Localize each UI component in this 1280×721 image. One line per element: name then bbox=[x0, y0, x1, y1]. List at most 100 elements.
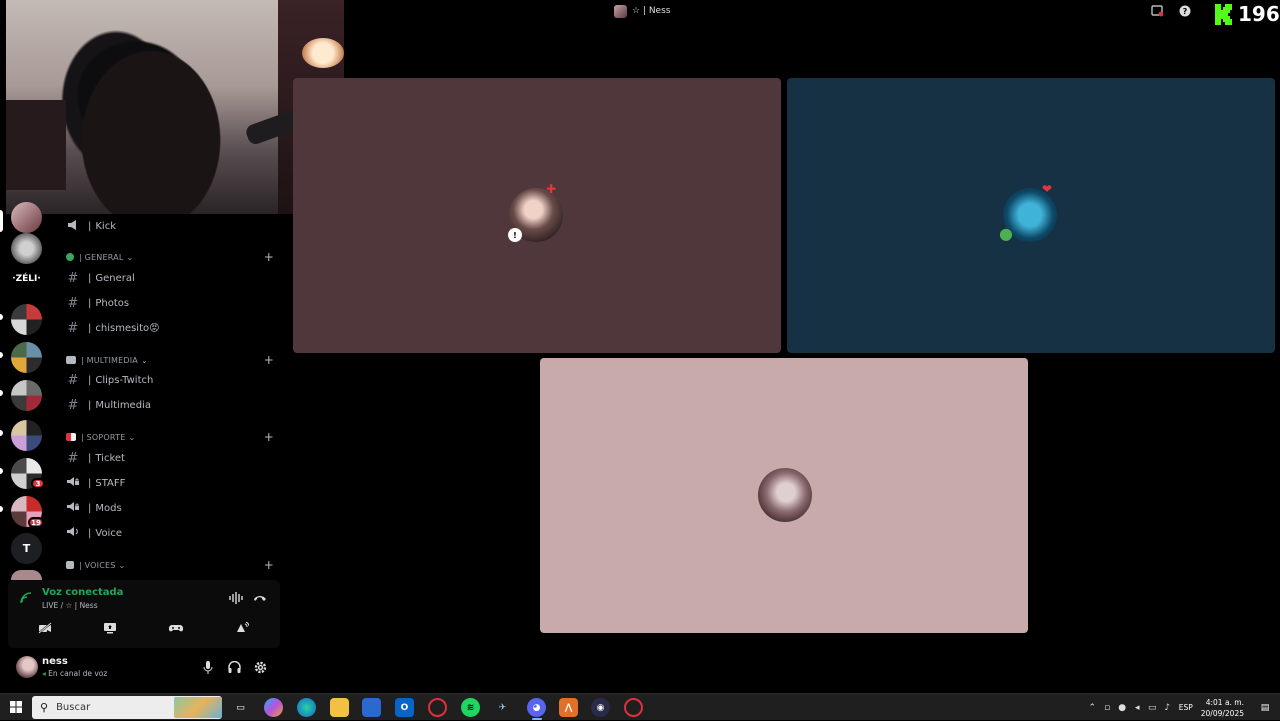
app-icon[interactable]: ◉ bbox=[591, 698, 610, 717]
mention-badge: 3 bbox=[31, 478, 45, 489]
input-language[interactable]: ESP bbox=[1179, 703, 1193, 712]
category-voices[interactable]: | VOICES ⌄ + bbox=[66, 558, 276, 572]
server-text-icon[interactable]: ·ZÉLI· bbox=[11, 274, 42, 294]
channel-kick[interactable]: | Kick bbox=[64, 215, 274, 237]
windows-taskbar: ⚲ Buscar ▭ O ≋ ✈ ◕ ⋀ ◉ ⌃ ▫ ● ◂ ▭ ♪ ESP 4… bbox=[0, 693, 1280, 720]
disconnect-icon[interactable] bbox=[250, 588, 270, 608]
soundboard-icon[interactable] bbox=[232, 618, 252, 638]
channel-ticket[interactable]: # | Ticket bbox=[64, 447, 274, 469]
add-channel-icon[interactable]: + bbox=[264, 430, 274, 444]
volume-icon[interactable]: ◂ bbox=[1130, 703, 1145, 713]
unread-pip bbox=[0, 468, 3, 474]
server-folder-icon[interactable] bbox=[11, 380, 42, 411]
webcam-poster bbox=[6, 100, 66, 190]
file-explorer-icon[interactable] bbox=[330, 698, 349, 717]
channel-label: Clips-Twitch bbox=[95, 374, 154, 386]
add-channel-icon[interactable]: + bbox=[264, 558, 274, 572]
settings-gear-icon[interactable] bbox=[251, 658, 269, 676]
category-label: | GENERAL bbox=[79, 252, 124, 262]
obs-icon[interactable] bbox=[624, 698, 643, 717]
inbox-icon[interactable] bbox=[1150, 4, 1164, 18]
camera-off-icon[interactable] bbox=[35, 618, 55, 638]
server-folder-icon[interactable] bbox=[11, 420, 42, 451]
speaker-icon[interactable]: ♪ bbox=[1160, 703, 1175, 713]
server-icon[interactable] bbox=[11, 202, 42, 233]
notifications-icon[interactable]: ▤ bbox=[1258, 703, 1272, 713]
participant-avatar bbox=[758, 468, 812, 522]
microphone-icon[interactable]: ● bbox=[1115, 703, 1130, 713]
channel-clips-twitch[interactable]: # | Clips-Twitch bbox=[64, 369, 274, 391]
activities-icon[interactable] bbox=[166, 618, 186, 638]
search-icon: ⚲ bbox=[40, 701, 49, 714]
kick-viewer-counter: 196 bbox=[1215, 2, 1280, 26]
opera-icon[interactable] bbox=[428, 698, 447, 717]
channel-multimedia[interactable]: # | Multimedia bbox=[64, 394, 274, 416]
participant-tile[interactable]: ❤ ● bbox=[787, 78, 1275, 353]
user-status-text: En canal de voz bbox=[48, 669, 108, 678]
server-icon-partial[interactable] bbox=[11, 570, 42, 580]
tray-app-icon[interactable]: ▫ bbox=[1100, 703, 1115, 713]
channel-voice[interactable]: | Voice bbox=[64, 522, 274, 544]
category-soporte[interactable]: | SOPORTE ⌄ + bbox=[66, 430, 276, 444]
category-general[interactable]: | GENERAL ⌄ + bbox=[66, 250, 276, 264]
help-icon[interactable]: ? bbox=[1178, 4, 1192, 18]
voice-channel-name[interactable]: LIVE / ☆ | Ness bbox=[42, 601, 98, 610]
copilot-icon[interactable] bbox=[264, 698, 283, 717]
headphones-icon[interactable] bbox=[225, 658, 243, 676]
username[interactable]: ness bbox=[42, 656, 68, 667]
screen-share-icon[interactable] bbox=[100, 618, 120, 638]
chevron-down-icon: ⌄ bbox=[118, 560, 126, 570]
windows-start-icon[interactable] bbox=[10, 701, 22, 713]
hashtag-icon: # bbox=[67, 320, 79, 336]
channel-label: Kick bbox=[95, 220, 116, 232]
add-channel-icon[interactable]: + bbox=[264, 353, 274, 367]
speaker-icon bbox=[64, 526, 82, 541]
chevron-up-icon[interactable]: ⌃ bbox=[1085, 703, 1100, 713]
add-channel-icon[interactable]: + bbox=[264, 250, 274, 264]
channel-photos[interactable]: # | Photos bbox=[64, 292, 274, 314]
store-icon[interactable] bbox=[362, 698, 381, 717]
selected-server-pip bbox=[0, 210, 3, 232]
discord-icon[interactable]: ◕ bbox=[527, 698, 546, 717]
spotify-icon[interactable]: ≋ bbox=[461, 698, 480, 717]
clock-date: 20/09/2025 bbox=[1200, 708, 1244, 718]
category-multimedia[interactable]: | MULTIMEDIA ⌄ + bbox=[66, 353, 276, 367]
channel-label: Mods bbox=[95, 502, 122, 514]
avatar[interactable] bbox=[16, 656, 38, 678]
svg-text:?: ? bbox=[1183, 7, 1188, 16]
participant-tile[interactable]: ✚ ! bbox=[293, 78, 781, 353]
server-folder-icon[interactable] bbox=[11, 342, 42, 373]
outlook-icon[interactable]: O bbox=[395, 698, 414, 717]
search-highlight-art bbox=[174, 697, 222, 718]
voice-connection-panel: Voz conectada LIVE / ☆ | Ness bbox=[8, 580, 280, 648]
server-rail: ·ZÉLI· 3 19 T bbox=[0, 200, 54, 580]
webcam-lamp bbox=[302, 38, 344, 68]
signal-strength-icon[interactable] bbox=[20, 592, 32, 607]
channel-staff[interactable]: | STAFF bbox=[64, 472, 274, 494]
unread-pip bbox=[0, 390, 3, 396]
app-icon[interactable]: ⋀ bbox=[559, 698, 578, 717]
server-t-icon[interactable]: T bbox=[11, 533, 42, 564]
user-panel: ness ◂ En canal de voz bbox=[8, 652, 280, 686]
avatar-decoration-icon: ✚ bbox=[546, 182, 557, 196]
microphone-icon[interactable] bbox=[199, 658, 217, 676]
channel-general[interactable]: # | General bbox=[64, 267, 274, 289]
noise-suppression-icon[interactable] bbox=[226, 588, 246, 608]
task-view-icon[interactable]: ▭ bbox=[231, 698, 250, 717]
edge-browser-icon[interactable] bbox=[297, 698, 316, 717]
channel-chismesito[interactable]: # | chismesito😡 bbox=[64, 317, 274, 339]
steam-icon[interactable]: ✈ bbox=[493, 698, 512, 717]
globe-icon bbox=[66, 253, 74, 261]
server-icon[interactable] bbox=[11, 233, 42, 264]
network-icon[interactable]: ▭ bbox=[1145, 703, 1160, 713]
clock-time: 4:01 a. m. bbox=[1205, 697, 1244, 707]
participant-tile[interactable] bbox=[540, 358, 1028, 633]
server-folder-icon[interactable] bbox=[11, 304, 42, 335]
clock[interactable]: 4:01 a. m. 20/09/2025 bbox=[1201, 697, 1244, 719]
voice-status[interactable]: Voz conectada bbox=[42, 587, 123, 598]
channel-mods[interactable]: | Mods bbox=[64, 497, 274, 519]
speaker-icon bbox=[66, 561, 74, 569]
taskbar-search[interactable]: ⚲ Buscar bbox=[32, 696, 222, 719]
top-toolbar: ? bbox=[1150, 4, 1192, 18]
chevron-down-icon: ⌄ bbox=[126, 252, 134, 262]
